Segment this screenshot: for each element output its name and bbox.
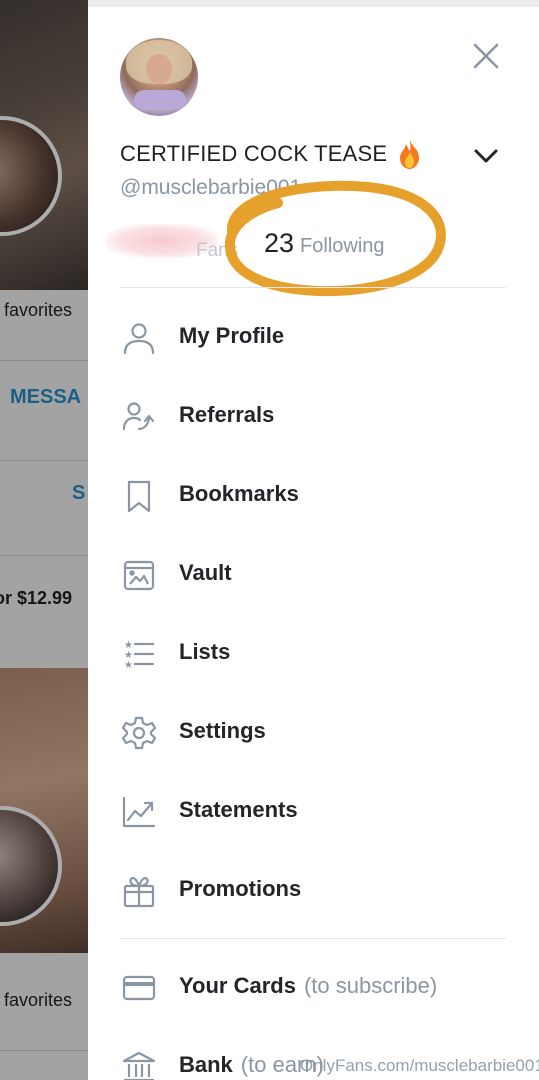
svg-text:★: ★ <box>124 660 133 671</box>
menu-item-title: Bank <box>179 1052 233 1077</box>
gift-icon <box>121 873 157 909</box>
vault-icon <box>121 557 157 593</box>
bookmark-icon <box>121 478 157 514</box>
menu-item-label: Lists <box>179 639 231 664</box>
close-icon[interactable] <box>468 38 504 74</box>
menu-item-statements[interactable]: Statements <box>88 781 539 841</box>
menu-item-promotions[interactable]: Promotions <box>88 860 539 920</box>
menu-item-your-cards[interactable]: Your Cards (to subscribe) <box>88 957 539 1017</box>
username: @musclebarbie001 <box>120 176 302 199</box>
card-icon <box>121 970 157 1006</box>
overlay-scrim[interactable] <box>0 0 88 1080</box>
menu-item-subtitle: (to subscribe) <box>303 973 438 998</box>
person-icon <box>121 320 157 356</box>
username-redaction <box>330 176 430 202</box>
menu-item-my-profile[interactable]: My Profile <box>88 307 539 367</box>
background-page: favorites MESSA S or $12.99 favorites <box>0 0 88 1080</box>
menu-item-label: Bookmarks <box>179 481 299 506</box>
menu-item-label: Settings <box>179 718 266 743</box>
divider <box>120 287 506 288</box>
status-strip <box>88 0 539 7</box>
menu-item-label: Statements <box>179 797 298 822</box>
fire-emoji-icon <box>396 138 424 170</box>
menu-item-vault[interactable]: Vault <box>88 544 539 604</box>
divider <box>120 938 506 939</box>
menu-item-label: Referrals <box>179 402 275 427</box>
following-count: 23 <box>264 228 295 258</box>
menu-item-referrals[interactable]: Referrals <box>88 386 539 446</box>
chart-icon <box>121 794 157 830</box>
display-name: CERTIFIED COCK TEASE <box>120 141 388 166</box>
menu-item-label: Promotions <box>179 876 302 901</box>
watermark: OnlyFans.com/musclebarbie001 <box>300 1056 539 1075</box>
menu-item-label: Vault <box>179 560 232 585</box>
menu-item-label: My Profile <box>179 323 285 348</box>
following-stat[interactable]: 23 Following <box>264 228 385 259</box>
referrals-icon <box>121 399 157 435</box>
fans-label[interactable]: Fans <box>196 240 238 262</box>
gear-icon <box>121 715 157 751</box>
avatar[interactable] <box>120 38 198 116</box>
menu-item-label: Your Cards (to subscribe) <box>179 973 437 999</box>
menu-item-settings[interactable]: Settings <box>88 702 539 762</box>
menu-item-title: Your Cards <box>179 973 296 998</box>
following-label: Following <box>300 235 385 257</box>
account-drawer: CERTIFIED COCK TEASE @musclebarbie001 Fa… <box>88 0 539 1080</box>
bank-icon <box>121 1049 157 1080</box>
lists-icon: ★ ★ ★ <box>121 636 157 672</box>
menu-item-bookmarks[interactable]: Bookmarks <box>88 465 539 525</box>
chevron-down-icon[interactable] <box>468 140 504 172</box>
menu-item-lists[interactable]: ★ ★ ★ Lists <box>88 623 539 683</box>
